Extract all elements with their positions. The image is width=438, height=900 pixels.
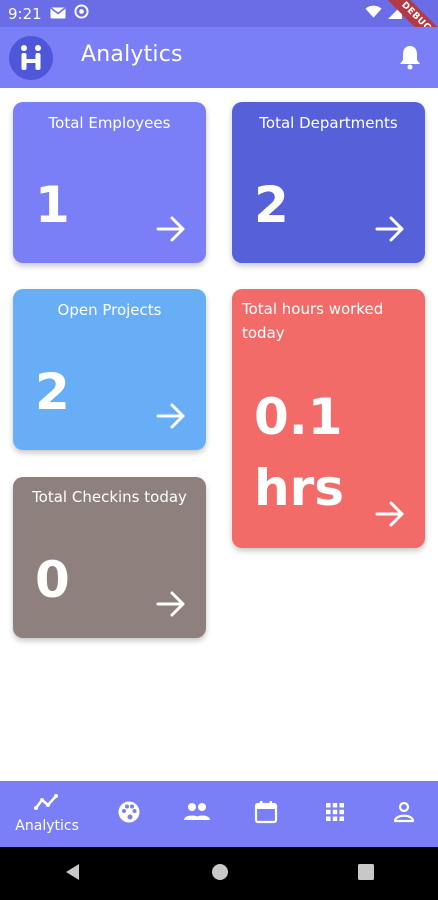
status-bar: 9:21 DEBUG [0,0,438,54]
nav-item-profile[interactable] [369,781,438,847]
card-title: Total Departments [259,114,398,132]
nav-label-analytics: Analytics [15,818,79,834]
card-value-number: 0.1 [254,388,343,446]
home-icon[interactable] [211,863,229,885]
card-value: 0 [35,551,70,609]
wifi-icon [365,5,382,23]
total-hours-card[interactable]: Total hours worked today 0.1 hrs [232,289,425,548]
app-bar: Analytics [0,27,438,88]
card-title: Total hours worked today [242,300,384,342]
total-employees-card[interactable]: Total Employees 1 [13,102,206,263]
system-navigation-bar [0,847,438,900]
card-title: Open Projects [57,301,162,319]
nav-item-calendar[interactable] [232,781,301,847]
card-title: Total Employees [48,114,171,132]
gmail-icon [50,5,66,23]
card-value: 2 [254,176,289,234]
sync-icon [74,4,89,23]
status-time: 9:21 [8,4,42,23]
analytics-icon [34,794,60,814]
people-icon [183,802,211,826]
page-title: Analytics [81,42,183,67]
palette-icon [117,800,141,828]
total-departments-card[interactable]: Total Departments 2 [232,102,425,263]
card-value-unit: hrs [254,459,345,517]
bottom-navigation: Analytics [0,781,438,847]
open-projects-card[interactable]: Open Projects 2 [13,289,206,450]
arrow-right-icon[interactable] [375,501,405,531]
nav-item-palette[interactable] [94,781,163,847]
card-value: 2 [35,363,70,421]
arrow-right-icon[interactable] [375,216,405,246]
apps-grid-icon [325,802,345,826]
person-icon [393,801,415,827]
card-value: 1 [35,176,70,234]
nav-item-people[interactable] [163,781,232,847]
total-checkins-card[interactable]: Total Checkins today 0 [13,477,206,638]
arrow-right-icon[interactable] [156,591,186,621]
card-title: Total Checkins today [32,488,187,506]
calendar-icon [254,800,278,828]
notification-bell-icon[interactable] [398,44,422,74]
arrow-right-icon[interactable] [156,403,186,433]
recents-icon[interactable] [357,863,374,884]
nav-item-analytics[interactable]: Analytics [0,781,94,847]
arrow-right-icon[interactable] [156,216,186,246]
back-icon[interactable] [64,863,82,885]
nav-item-apps[interactable] [300,781,369,847]
app-logo-icon[interactable] [9,36,53,80]
